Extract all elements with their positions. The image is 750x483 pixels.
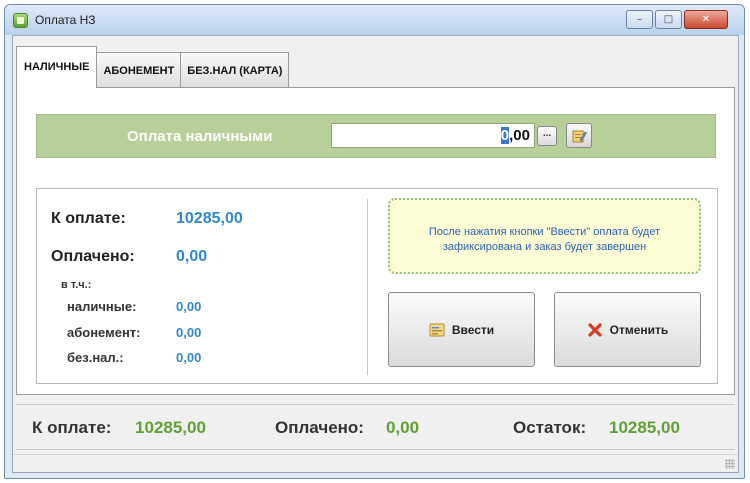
payment-details: К оплате: 10285,00 Оплачено: 0,00 в т.ч.… <box>36 188 718 384</box>
cancel-button[interactable]: Отменить <box>554 292 701 367</box>
summary-paid-value: 0,00 <box>386 418 420 437</box>
cash-amount-input[interactable]: 0,00 <box>331 123 535 148</box>
cash-amount-decimals: ,00 <box>509 127 530 144</box>
paid-value: 0,00 <box>176 248 208 265</box>
ellipsis-button[interactable]: ... <box>537 126 557 146</box>
resize-grip-icon[interactable] <box>725 459 735 469</box>
cash-payment-label: Оплата наличными <box>127 128 273 145</box>
tab-panel-cash: Оплата наличными 0,00 ... К оплате: 1028… <box>16 87 735 395</box>
enter-button-label: Ввести <box>451 322 495 337</box>
summary-paid-label: Оплачено: <box>275 418 364 437</box>
tab-subscription[interactable]: АБОНЕМЕНТ <box>96 52 182 88</box>
minimize-button[interactable]: – <box>626 10 653 29</box>
including-label: в т.ч.: <box>61 279 92 291</box>
maximize-icon: □ <box>663 14 674 25</box>
enter-button[interactable]: Ввести <box>388 292 535 367</box>
cash-amount-selection: 0 <box>500 127 510 144</box>
edit-button[interactable] <box>566 123 592 148</box>
cancel-button-label: Отменить <box>609 322 669 337</box>
close-button[interactable]: ✕ <box>684 10 728 29</box>
payment-window: Оплата НЗ – □ ✕ НАЛИЧНЫЕ АБОНЕМЕНТ БЕЗ.Н… <box>4 4 745 479</box>
enter-icon <box>429 323 445 336</box>
summary-bar: К оплате: 10285,00 Оплачено: 0,00 Остато… <box>16 404 735 450</box>
client-area: НАЛИЧНЫЕ АБОНЕМЕНТ БЕЗ.НАЛ (КАРТА) Оплат… <box>12 35 739 473</box>
close-icon: ✕ <box>701 14 711 25</box>
summary-remaining-value: 10285,00 <box>609 418 680 437</box>
edit-icon <box>572 130 587 142</box>
tab-cash[interactable]: НАЛИЧНЫЕ <box>16 46 98 88</box>
summary-remaining-label: Остаток: <box>513 418 587 437</box>
note-line-2: зафиксирована и заказ будет завершен <box>442 241 647 253</box>
cancel-x-icon <box>588 322 602 337</box>
title-bar[interactable]: Оплата НЗ – □ ✕ <box>5 5 744 35</box>
info-note: После нажатия кнопки "Ввести" оплата буд… <box>388 198 701 274</box>
to-pay-value: 10285,00 <box>176 210 243 227</box>
minimize-icon: – <box>637 14 642 25</box>
summary-to-pay-value: 10285,00 <box>135 418 206 437</box>
cashless-value: 0,00 <box>176 350 202 365</box>
subscription-label: абонемент: <box>67 325 141 340</box>
paid-label: Оплачено: <box>51 248 135 265</box>
cash-label: наличные: <box>67 299 137 314</box>
maximize-button[interactable]: □ <box>655 10 682 29</box>
window-title: Оплата НЗ <box>35 13 96 27</box>
vertical-divider <box>367 199 368 375</box>
app-icon <box>13 13 28 28</box>
to-pay-label: К оплате: <box>51 210 126 227</box>
status-bar <box>13 454 738 472</box>
tab-cashless-card[interactable]: БЕЗ.НАЛ (КАРТА) <box>180 52 290 88</box>
cashless-label: без.нал.: <box>67 350 124 365</box>
cash-payment-band: Оплата наличными 0,00 ... <box>36 114 716 158</box>
payment-tabs: НАЛИЧНЫЕ АБОНЕМЕНТ БЕЗ.НАЛ (КАРТА) <box>16 46 290 88</box>
cash-value: 0,00 <box>176 299 202 314</box>
note-line-1: После нажатия кнопки "Ввести" оплата буд… <box>428 226 661 238</box>
summary-to-pay-label: К оплате: <box>32 418 112 437</box>
subscription-value: 0,00 <box>176 325 202 340</box>
